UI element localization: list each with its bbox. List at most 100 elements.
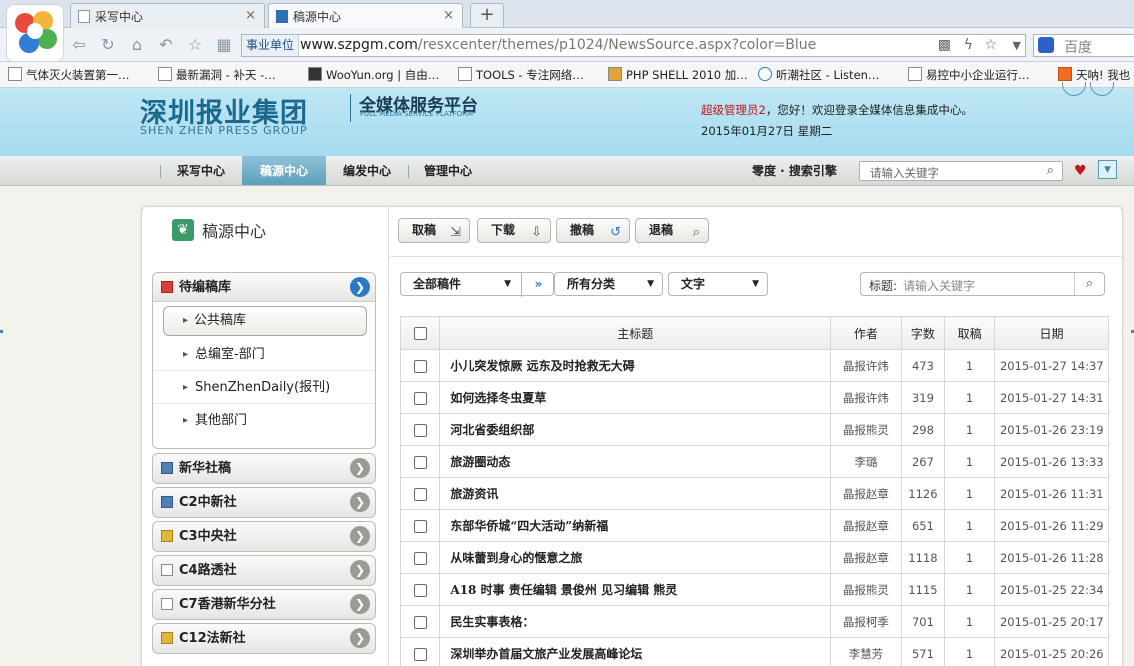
sidebar-group-c12[interactable]: C12法新社 ❯ [152, 623, 376, 654]
chevron-right-icon[interactable]: ❯ [350, 526, 370, 546]
favorite-icon[interactable]: ☆ [186, 36, 204, 54]
chevron-right-icon[interactable]: ❯ [350, 594, 370, 614]
row-checkbox[interactable] [413, 551, 427, 565]
tab-caixie[interactable]: 采写中心 × [70, 3, 265, 28]
table-row[interactable]: 如何选择冬虫夏草 晶报许炜 319 1 2015-01-27 14:31 [399, 381, 1110, 414]
col-title[interactable]: 主标题 [439, 316, 832, 350]
nav-item-gaoyuan[interactable]: 稿源中心 [242, 156, 326, 185]
bookmark-item[interactable]: 易控中小企业运行… [908, 67, 1030, 83]
row-title-cell[interactable]: 如何选择冬虫夏草 [439, 381, 832, 414]
admin-name[interactable]: 超级管理员2 [701, 103, 766, 117]
skin-blue-icon[interactable]: ▾ [1098, 160, 1117, 179]
sidebar-subitem-szdaily[interactable]: ShenZhenDaily(报刊) [153, 371, 375, 404]
bookmark-item[interactable]: 最新漏洞 - 补天 -… [158, 67, 276, 83]
row-title-cell[interactable]: A18 时事 责任编辑 景俊州 见习编辑 熊灵 [439, 573, 832, 606]
download-button[interactable]: 下载 ⇩ [477, 218, 551, 243]
browser-search-box[interactable]: 百度 [1033, 34, 1134, 57]
row-title-cell[interactable]: 河北省委组织部 [439, 413, 832, 446]
address-bar[interactable]: 事业单位 www.szpgm.com/resxcenter/themes/p10… [241, 34, 1026, 57]
row-title-cell[interactable]: 小儿突发惊厥 远东及时抢救无大碍 [439, 349, 832, 382]
bookmark-item[interactable]: WooYun.org | 自由… [308, 67, 439, 83]
table-row[interactable]: 民生实事表格： 晶报柯季 701 1 2015-01-25 20:17 [399, 605, 1110, 638]
bookmark-item[interactable]: 气体灭火装置第一… [8, 67, 130, 83]
star-icon[interactable]: ☆ [984, 37, 997, 53]
table-row[interactable]: 旅游资讯 晶报赵章 1126 1 2015-01-26 11:31 [399, 477, 1110, 510]
search-icon[interactable]: ⌕ [1074, 273, 1104, 295]
baidu-icon[interactable] [1038, 37, 1054, 53]
sidebar-group-c7[interactable]: C7香港新华分社 ❯ [152, 589, 376, 620]
sidebar-group-header[interactable]: 待编稿库 ❯ [153, 273, 375, 302]
sidebar-subitem-editorial[interactable]: 总编室-部门 [153, 338, 375, 371]
col-date[interactable]: 日期 [993, 316, 1110, 350]
row-title-cell[interactable]: 民生实事表格： [439, 605, 832, 638]
sidebar-group-xinhua[interactable]: 新华社稿 ❯ [152, 453, 376, 484]
scope-select[interactable]: 全部稿件 ▼ » [400, 272, 555, 297]
chevron-right-icon[interactable]: ❯ [350, 492, 370, 512]
sidebar-group-c3[interactable]: C3中央社 ❯ [152, 521, 376, 552]
sidebar-subitem-public[interactable]: 公共稿库 [163, 306, 367, 336]
table-row[interactable]: 小儿突发惊厥 远东及时抢救无大碍 晶报许炜 473 1 2015-01-27 14:37 [399, 349, 1110, 382]
row-title-cell[interactable]: 东部华侨城“四大活动”纳新福 [439, 509, 832, 542]
row-title-cell[interactable]: 从味蕾到身心的惬意之旅 [439, 541, 832, 574]
table-row[interactable]: 河北省委组织部 晶报熊灵 298 1 2015-01-26 23:19 [399, 413, 1110, 446]
nav-item-caixie[interactable]: 采写中心 [160, 156, 242, 185]
row-checkbox[interactable] [413, 615, 427, 629]
table-row[interactable]: 旅游圈动态 李璐 267 1 2015-01-26 13:33 [399, 445, 1110, 478]
fetch-button[interactable]: 取稿 ⇲ [398, 218, 470, 243]
bookmark-item[interactable]: 听潮社区 - Listen… [758, 67, 879, 83]
undo-icon[interactable]: ↶ [157, 36, 175, 54]
row-checkbox[interactable] [413, 583, 427, 597]
table-row[interactable]: 深圳举办首届文旅产业发展高峰论坛 李慧芳 571 1 2015-01-25 20:26 [399, 637, 1110, 666]
qr-icon[interactable]: ▩ [938, 37, 951, 53]
close-icon[interactable]: × [245, 8, 256, 23]
title-search-input[interactable]: 标题: 请输入关键字 ⌕ [860, 272, 1105, 296]
withdraw-button[interactable]: 撤稿 ↺ [556, 218, 630, 243]
grid-icon[interactable]: ▦ [215, 36, 233, 54]
tab-gaoyuan[interactable]: 稿源中心 × [268, 3, 463, 28]
row-checkbox[interactable] [413, 519, 427, 533]
reject-button[interactable]: 退稿 ⌕ [635, 218, 709, 243]
row-checkbox[interactable] [413, 647, 427, 661]
double-chevron-icon[interactable]: » [521, 273, 555, 297]
category-select[interactable]: 所有分类 ▼ [554, 272, 663, 296]
home-icon[interactable]: ⌂ [128, 36, 146, 54]
nav-item-bianfa[interactable]: 编发中心 [326, 156, 408, 185]
new-tab-button[interactable]: + [470, 3, 504, 27]
row-checkbox[interactable] [413, 359, 427, 373]
bookmark-item[interactable]: PHP SHELL 2010 加… [608, 67, 748, 83]
chevron-right-icon[interactable]: ❯ [350, 458, 370, 478]
table-row[interactable]: A18 时事 责任编辑 景俊州 见习编辑 熊灵 晶报熊灵 1115 1 2015-01-… [399, 573, 1110, 606]
refresh-icon[interactable]: ↻ [99, 36, 117, 54]
browser-logo-icon[interactable] [6, 4, 64, 62]
chevron-right-icon[interactable]: ❯ [350, 560, 370, 580]
table-row[interactable]: 东部华侨城“四大活动”纳新福 晶报赵章 651 1 2015-01-26 11:29 [399, 509, 1110, 542]
logout-icon[interactable] [1090, 82, 1114, 96]
row-checkbox[interactable] [413, 423, 427, 437]
minimize-icon[interactable] [1062, 82, 1086, 96]
close-icon[interactable]: × [443, 8, 454, 23]
row-title-cell[interactable]: 旅游资讯 [439, 477, 832, 510]
dropdown-icon[interactable]: ▼ [1013, 39, 1021, 52]
sidebar-subitem-other[interactable]: 其他部门 [153, 404, 375, 437]
col-words[interactable]: 字数 [900, 316, 946, 350]
col-author[interactable]: 作者 [830, 316, 902, 350]
col-taken[interactable]: 取稿 [944, 316, 995, 350]
bookmark-item[interactable]: TOOLS - 专注网络… [458, 67, 584, 83]
row-title-cell[interactable]: 旅游圈动态 [439, 445, 832, 478]
chevron-right-icon[interactable]: ❯ [350, 277, 370, 297]
chevron-right-icon[interactable]: ❯ [350, 628, 370, 648]
global-search-input[interactable]: 请输入关键字 ⌕ [859, 161, 1063, 181]
type-select[interactable]: 文字 ▼ [668, 272, 768, 296]
row-checkbox[interactable] [413, 455, 427, 469]
sidebar-group-c2[interactable]: C2中新社 ❯ [152, 487, 376, 518]
search-icon[interactable]: ⌕ [1047, 163, 1054, 178]
nav-item-guanli[interactable]: 管理中心 [408, 156, 488, 185]
row-title-cell[interactable]: 深圳举办首届文旅产业发展高峰论坛 [439, 637, 832, 666]
row-checkbox[interactable] [413, 487, 427, 501]
row-checkbox[interactable] [413, 391, 427, 405]
lightning-icon[interactable]: ϟ [964, 37, 973, 53]
back-icon[interactable]: ⇦ [70, 36, 88, 54]
select-all-checkbox[interactable] [413, 327, 427, 340]
table-row[interactable]: 从味蕾到身心的惬意之旅 晶报赵章 1118 1 2015-01-26 11:28 [399, 541, 1110, 574]
sidebar-group-c4[interactable]: C4路透社 ❯ [152, 555, 376, 586]
